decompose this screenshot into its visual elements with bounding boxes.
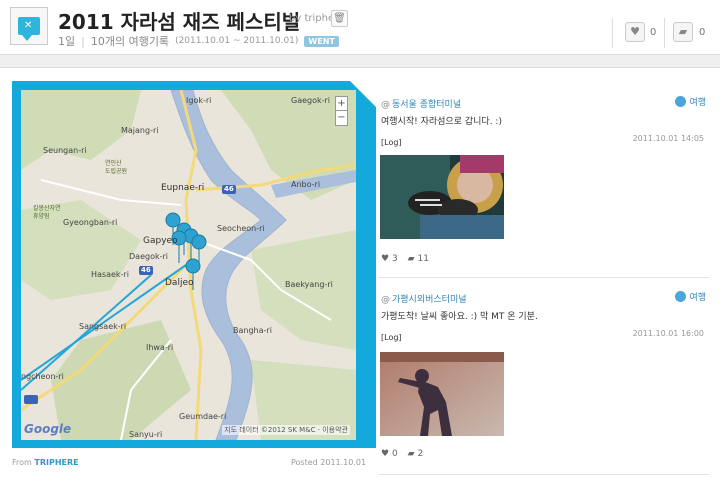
like-button[interactable]: ♥ xyxy=(625,22,645,42)
trip-record-count: 10개의 여행기록 xyxy=(90,35,170,48)
divider xyxy=(612,18,613,48)
tag-icon xyxy=(675,96,687,107)
post-location[interactable]: @ 동서울 종합터미널 xyxy=(381,97,461,110)
place-forest: 칼봉산자연 휴양림 xyxy=(33,205,61,220)
zoom-out-button[interactable]: − xyxy=(336,110,347,124)
separator: | xyxy=(81,34,85,48)
post-counts: ♥ 3 ▰ 11 xyxy=(381,254,429,264)
trash-icon[interactable]: 🗑 xyxy=(331,10,348,27)
source-label: From TRIPHERE xyxy=(12,458,79,467)
place-gaegok: Gaegok-ri xyxy=(291,96,331,105)
post-item: @ 가평시외버스터미널 여행 가평도착! 날씨 좋아요. :) 막 MT 온 기분… xyxy=(375,277,710,472)
place-anbo: Anbo-ri xyxy=(291,180,321,189)
place-seungan: Seungan-ri xyxy=(43,146,87,155)
post-photo[interactable] xyxy=(380,352,504,436)
post-tag[interactable]: 여행 xyxy=(675,95,706,108)
tag-icon xyxy=(675,291,687,302)
photo-sneakers xyxy=(380,155,504,239)
place-park: 연인산 도립공원 xyxy=(105,160,128,175)
post-time: 2011.10.01 16:00 xyxy=(632,329,704,338)
post-comment-count[interactable]: ▰ 2 xyxy=(408,449,424,459)
trip-map[interactable]: Igok-ri Gaegok-ri Majang-ri Seungan-ri A… xyxy=(21,90,356,440)
trip-meta: 1일 | 10개의 여행기록 (2011.10.01 ~ 2011.10.01)… xyxy=(58,33,339,49)
status-badge: WENT xyxy=(304,35,339,47)
place-seocheon: Seocheon-ri xyxy=(217,224,265,233)
divider xyxy=(664,18,665,48)
posted-date: Posted 2011.10.01 xyxy=(291,458,367,467)
post-photo[interactable] xyxy=(380,155,504,239)
place-baekyang: Baekyang-ri xyxy=(285,280,333,289)
map-zoom-control[interactable]: + − xyxy=(335,96,348,126)
place-gyeongban: Gyeongban-ri xyxy=(63,218,118,227)
post-tag[interactable]: 여행 xyxy=(675,290,706,303)
post-like-count[interactable]: ♥ 0 xyxy=(381,449,398,459)
post-divider xyxy=(379,474,709,475)
trip-title: 2011 자라섬 재즈 페스티벌 xyxy=(58,10,301,34)
place-eupnae: Eupnae-ri xyxy=(161,183,205,193)
heart-icon: ♥ xyxy=(630,25,640,38)
place-ihwa: Ihwa-ri xyxy=(146,343,174,352)
place-majang: Majang-ri xyxy=(121,126,159,135)
post-log-label[interactable]: [Log] xyxy=(381,333,402,342)
highway-46-label: 46 xyxy=(141,266,151,274)
map-terrain xyxy=(21,90,356,440)
comment-count: 0 xyxy=(699,27,706,38)
place-ngcheon: ngcheon-ri xyxy=(21,372,64,381)
google-logo: Google xyxy=(24,422,72,436)
speech-bubble-icon: ✕ xyxy=(18,17,40,41)
post-counts: ♥ 0 ▰ 2 xyxy=(381,449,423,459)
place-hasaek: Hasaek-ri xyxy=(91,270,129,279)
post-comment-count[interactable]: ▰ 11 xyxy=(408,254,429,264)
trip-logo[interactable]: ✕ xyxy=(10,7,48,45)
source-link[interactable]: TRIPHERE xyxy=(34,458,78,467)
comment-icon: ▰ xyxy=(678,25,688,38)
place-bangha: Bangha-ri xyxy=(233,326,272,335)
post-log-label[interactable]: [Log] xyxy=(381,138,402,147)
post-item: @ 동서울 종합터미널 여행 여행시작! 자라섬으로 갑니다. :) [Log] … xyxy=(375,82,710,272)
place-daljeon: Daljeo xyxy=(165,278,194,288)
post-time: 2011.10.01 14:05 xyxy=(632,134,704,143)
place-sanyu: Sanyu-ri xyxy=(129,430,163,439)
place-igok: Igok-ri xyxy=(186,96,212,105)
post-like-count[interactable]: ♥ 3 xyxy=(381,254,398,264)
map-copyright[interactable]: 지도 데이터 ©2012 SK M&C · 이용약관 xyxy=(222,425,350,435)
like-count: 0 xyxy=(650,27,657,38)
trip-date-range: (2011.10.01 ~ 2011.10.01) xyxy=(175,36,299,46)
place-gapyeong: Gapyeo xyxy=(143,236,178,246)
post-location[interactable]: @ 가평시외버스터미널 xyxy=(381,292,467,305)
zoom-in-button[interactable]: + xyxy=(336,97,347,110)
trip-header: ✕ 2011 자라섬 재즈 페스티벌 by triphere 🗑 1일 | 10… xyxy=(0,0,720,55)
trip-days: 1일 xyxy=(58,35,76,48)
post-text: 여행시작! 자라섬으로 갑니다. :) xyxy=(381,117,502,127)
place-sangsaek: Sangsaek-ri xyxy=(79,322,127,331)
post-text: 가평도착! 날씨 좋아요. :) 막 MT 온 기분. xyxy=(381,312,538,322)
comment-button[interactable]: ▰ xyxy=(673,22,693,42)
place-geumdae: Geumdae-ri xyxy=(179,412,227,421)
highway-46-label: 46 xyxy=(224,185,234,193)
photo-shadow xyxy=(380,352,504,436)
place-daegok: Daegok-ri xyxy=(129,252,168,261)
trip-card: Igok-ri Gaegok-ri Majang-ri Seungan-ri A… xyxy=(0,67,720,477)
